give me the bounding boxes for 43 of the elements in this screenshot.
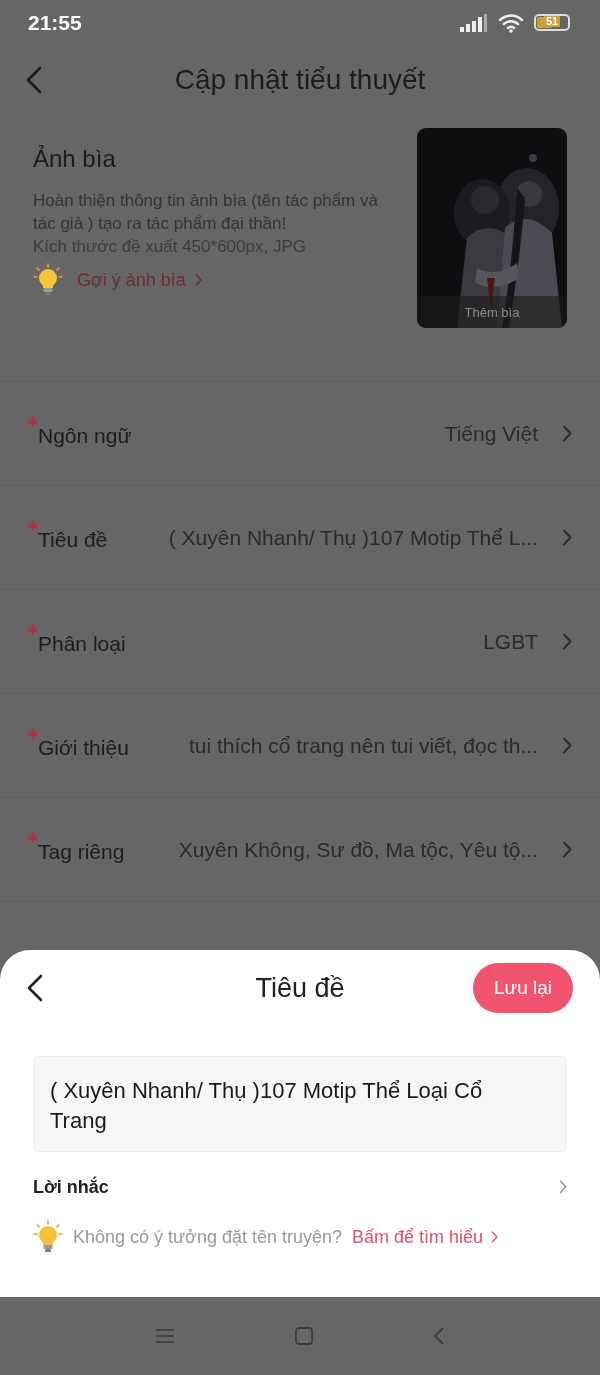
field-value: ( Xuyên Nhanh/ Thụ )107 Motip Thể L... xyxy=(167,525,539,550)
chevron-right-icon xyxy=(559,1180,567,1194)
field-value: Tiếng Việt xyxy=(443,421,539,446)
field-label: Ngôn ngữ xyxy=(38,422,132,448)
cover-image[interactable]: Thêm bìa xyxy=(417,128,567,328)
chevron-right-icon xyxy=(562,841,572,858)
chevron-right-icon xyxy=(562,425,572,442)
form-row[interactable]: Giới thiệu tui thích cổ trang nên tui viết, đọc th... xyxy=(0,694,600,798)
field-label: Phân loại xyxy=(38,630,126,656)
clock: 21:55 xyxy=(28,10,83,35)
page-title: Cập nhật tiểu thuyết xyxy=(174,64,426,96)
sheet-title: Tiêu đề xyxy=(255,972,345,1004)
form-row[interactable]: Ngôn ngữ Tiếng Việt xyxy=(0,382,600,486)
field-value: LGBT xyxy=(482,629,539,654)
chevron-right-icon xyxy=(562,737,572,754)
save-button[interactable]: Lưu lại xyxy=(473,963,573,1013)
section-title: Ảnh bìa xyxy=(33,145,117,173)
lightbulb-icon xyxy=(33,1220,63,1254)
lightbulb-icon xyxy=(33,263,63,297)
cover-tips-link[interactable]: Gợi ý ảnh bìa xyxy=(77,269,202,291)
form-row[interactable]: Tiêu đề ( Xuyên Nhanh/ Thụ )107 Motip Thể L... xyxy=(0,486,600,590)
title-input-field[interactable]: ( Xuyên Nhanh/ Thụ )107 Motip Thể Loại Cổ Trang xyxy=(33,1056,567,1152)
field-label: Giới thiệu xyxy=(38,734,129,760)
wifi-icon xyxy=(498,12,524,33)
chevron-right-icon xyxy=(491,1231,499,1243)
field-value: Xuyên Không, Sư đồ, Ma tộc, Yêu tộ... xyxy=(177,837,539,862)
chevron-right-icon xyxy=(194,274,202,286)
field-label: Tag riêng xyxy=(38,838,125,864)
signal-icon xyxy=(460,13,488,32)
form-row[interactable]: Tag riêng Xuyên Không, Sư đồ, Ma tộc, Yêu tộ... xyxy=(0,798,600,902)
chevron-right-icon xyxy=(562,529,572,546)
field-value: tui thích cổ trang nên tui viết, đọc th... xyxy=(187,733,539,758)
reminder-row[interactable]: Lời nhắc xyxy=(33,1172,567,1202)
hint-text: Không có ý tưởng đặt tên truyện? xyxy=(73,1226,343,1248)
back-icon[interactable] xyxy=(27,974,43,1002)
field-label: Tiêu đề xyxy=(38,526,108,552)
learn-more-link[interactable]: Bấm để tìm hiểu xyxy=(352,1226,499,1248)
chevron-right-icon xyxy=(562,633,572,650)
form-row[interactable]: Phân loại LGBT xyxy=(0,590,600,694)
battery-icon: 51 xyxy=(534,14,570,31)
home-icon[interactable] xyxy=(295,1327,313,1345)
image-caption: Thêm bìa xyxy=(463,305,521,320)
menu-icon[interactable] xyxy=(155,1329,174,1343)
